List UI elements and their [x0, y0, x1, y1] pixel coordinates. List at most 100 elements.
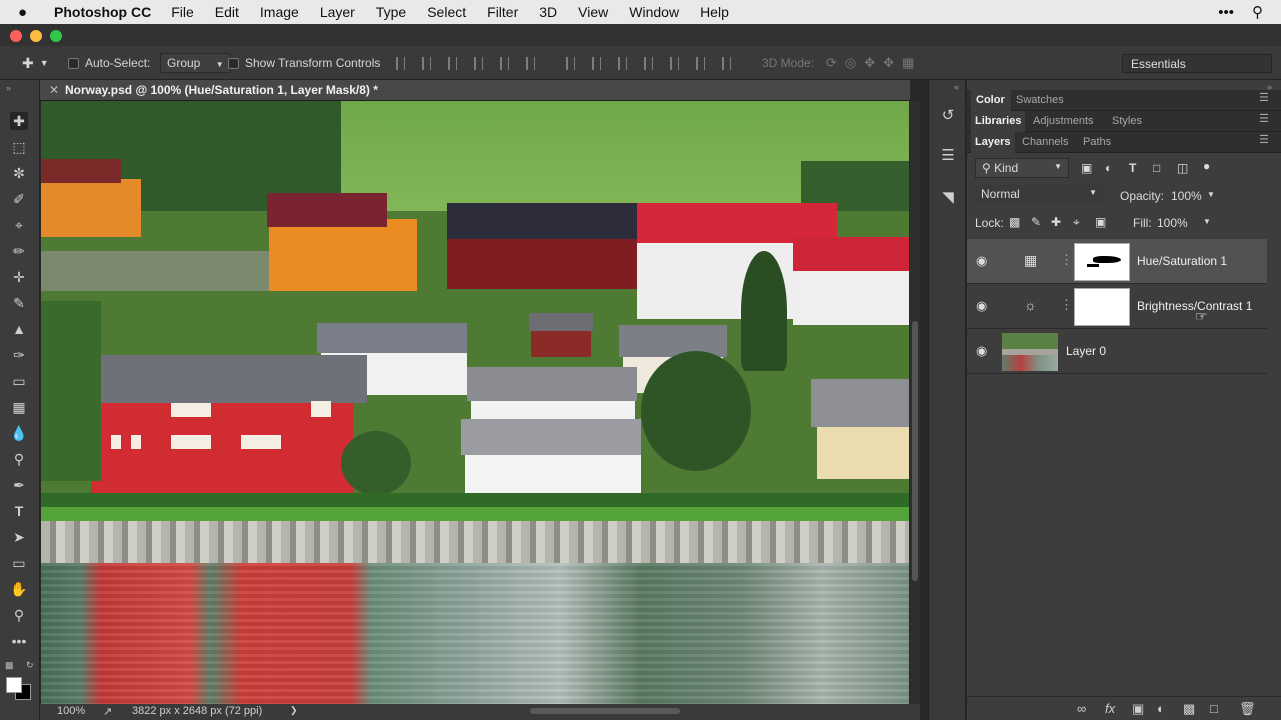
distribute-vcenter-icon[interactable] [592, 56, 601, 70]
lock-artboard-icon[interactable]: ⌖ [1073, 215, 1080, 230]
lock-position-icon[interactable]: ✚ [1051, 215, 1061, 229]
link-chain-icon[interactable]: ⋮ [1060, 297, 1073, 313]
menu-window[interactable]: Window [629, 4, 679, 20]
workspace-switcher[interactable]: Essentials [1122, 54, 1272, 73]
menu-edit[interactable]: Edit [215, 4, 239, 20]
default-colors-icon[interactable]: ▩ [5, 660, 14, 671]
3d-scale-icon[interactable]: ▦ [902, 55, 922, 71]
chevron-down-icon[interactable]: ▼ [1203, 217, 1211, 226]
menu-3d[interactable]: 3D [539, 4, 557, 20]
expand-panels-icon[interactable]: « [954, 82, 959, 92]
stamp-tool-icon[interactable]: ▲ [10, 320, 28, 338]
layer-row-layer-0[interactable]: ◉ Layer 0 [967, 329, 1267, 374]
properties-panel-icon[interactable]: ☰ [938, 146, 958, 166]
lock-transparent-icon[interactable]: ▩ [1009, 215, 1020, 229]
close-document-icon[interactable]: ✕ [49, 83, 59, 97]
opacity-value[interactable]: 100% [1171, 189, 1202, 203]
menu-layer[interactable]: Layer [320, 4, 355, 20]
auto-align-icon[interactable] [722, 56, 731, 70]
filter-smart-object-icon[interactable]: ◫ [1177, 161, 1188, 175]
dodge-tool-icon[interactable]: ⚲ [10, 450, 28, 468]
menu-select[interactable]: Select [427, 4, 466, 20]
filter-pixel-icon[interactable]: ▣ [1081, 161, 1092, 175]
healing-tool-icon[interactable]: ✛ [10, 268, 28, 286]
tab-layers[interactable]: Layers [975, 136, 1010, 148]
layer-mask-thumbnail[interactable] [1074, 288, 1130, 326]
tab-color[interactable]: Color [976, 94, 1005, 106]
visibility-eye-icon[interactable]: ◉ [976, 298, 987, 314]
panel-menu-icon[interactable]: ☰ [1259, 133, 1269, 146]
auto-select-dropdown[interactable]: Group ▼ [160, 53, 231, 73]
tab-adjustments[interactable]: Adjustments [1033, 115, 1094, 127]
menu-image[interactable]: Image [260, 4, 299, 20]
move-tool-preset[interactable]: ✚ ▼ [22, 46, 49, 80]
visibility-eye-icon[interactable]: ◉ [976, 343, 987, 359]
add-mask-icon[interactable]: ▣ [1132, 701, 1144, 717]
foreground-color-swatch[interactable] [6, 677, 22, 693]
lasso-tool-icon[interactable]: ✼ [10, 164, 28, 182]
hand-tool-icon[interactable]: ✋ [10, 580, 28, 598]
zoom-level[interactable]: 100% [57, 705, 85, 717]
scroll-thumb[interactable] [912, 321, 918, 581]
brush-tool-icon[interactable]: ✎ [10, 294, 28, 312]
minimize-window-button[interactable] [30, 30, 42, 42]
menu-view[interactable]: View [578, 4, 608, 20]
align-top-icon[interactable] [396, 56, 405, 70]
menu-file[interactable]: File [171, 4, 194, 20]
status-menu-chevron-icon[interactable]: ❯ [290, 705, 298, 716]
layer-row-hue-saturation[interactable]: ◉ ▦ ⋮ Hue/Saturation 1 [967, 239, 1267, 284]
filter-adjustment-icon[interactable]: ◐ [1105, 161, 1112, 175]
more-tools-icon[interactable]: ••• [10, 632, 28, 650]
zoom-window-button[interactable] [50, 30, 62, 42]
crop-tool-icon[interactable]: ⌖ [10, 216, 28, 234]
align-vcenter-icon[interactable] [422, 56, 431, 70]
filter-toggle-icon[interactable]: ● [1203, 159, 1210, 173]
history-brush-tool-icon[interactable]: ✑ [10, 346, 28, 364]
align-bottom-icon[interactable] [448, 56, 457, 70]
document-tab[interactable]: ✕ Norway.psd @ 100% (Hue/Saturation 1, L… [40, 80, 910, 101]
panel-menu-icon[interactable]: ☰ [1259, 91, 1269, 104]
type-tool-icon[interactable]: T [10, 502, 28, 520]
lock-all-icon[interactable]: ▣ [1095, 215, 1106, 229]
show-transform-checkbox[interactable] [228, 57, 239, 69]
delete-layer-icon[interactable]: 🗑 [1239, 701, 1256, 717]
glyphs-panel-icon[interactable]: ◥ [938, 188, 958, 208]
move-tool-icon[interactable]: ✚ [10, 112, 28, 130]
tab-styles[interactable]: Styles [1112, 115, 1142, 127]
new-adjustment-layer-icon[interactable]: ◐ [1157, 701, 1165, 716]
menu-filter[interactable]: Filter [487, 4, 518, 20]
tab-libraries[interactable]: Libraries [975, 115, 1021, 127]
align-left-icon[interactable] [474, 56, 483, 70]
3d-slide-icon[interactable]: ✥ [883, 55, 902, 71]
new-layer-icon[interactable]: □ [1210, 701, 1218, 716]
chevron-down-icon[interactable]: ▼ [1207, 190, 1215, 199]
link-chain-icon[interactable]: ⋮ [1060, 252, 1073, 268]
tab-swatches[interactable]: Swatches [1016, 94, 1064, 106]
menu-type[interactable]: Type [376, 4, 406, 20]
auto-select-checkbox[interactable] [68, 57, 79, 69]
distribute-left-icon[interactable] [644, 56, 653, 70]
marquee-tool-icon[interactable]: ⬚ [10, 138, 28, 156]
layer-style-icon[interactable]: fx [1105, 701, 1115, 716]
zoom-tool-icon[interactable]: ⚲ [10, 606, 28, 624]
eyedropper-tool-icon[interactable]: ✏ [10, 242, 28, 260]
link-layers-icon[interactable]: ∞ [1077, 701, 1086, 716]
layer-filter-kind-dropdown[interactable]: ⚲ Kind ▼ [975, 158, 1069, 178]
lock-image-icon[interactable]: ✎ [1031, 215, 1041, 229]
3d-pan-icon[interactable]: ✥ [864, 55, 883, 71]
apple-logo-icon[interactable]: ● [18, 4, 40, 21]
close-window-button[interactable] [10, 30, 22, 42]
panel-menu-icon[interactable]: ☰ [1259, 112, 1269, 125]
path-select-tool-icon[interactable]: ➤ [10, 528, 28, 546]
distribute-top-icon[interactable] [566, 56, 575, 70]
collapse-tools-icon[interactable]: » [6, 83, 11, 93]
new-group-icon[interactable]: ▩ [1183, 701, 1195, 717]
distribute-bottom-icon[interactable] [618, 56, 627, 70]
align-right-icon[interactable] [526, 56, 535, 70]
pen-tool-icon[interactable]: ✒ [10, 476, 28, 494]
tab-paths[interactable]: Paths [1083, 136, 1111, 148]
3d-roll-icon[interactable]: ◎ [845, 55, 864, 71]
export-icon[interactable]: ↗ [103, 705, 112, 718]
3d-rotate-icon[interactable]: ⟳ [826, 55, 845, 71]
layer-thumbnail[interactable] [1002, 333, 1058, 371]
